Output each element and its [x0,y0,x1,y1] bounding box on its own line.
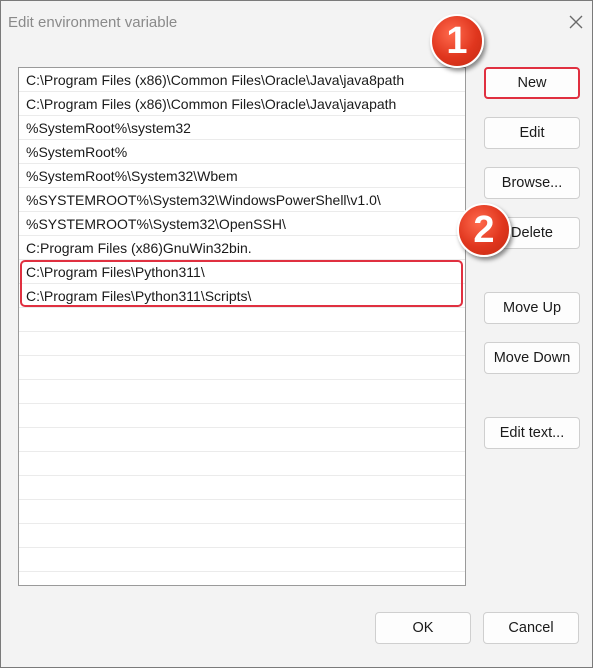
empty-row [19,476,465,500]
list-item[interactable]: C:\Program Files (x86)\Common Files\Orac… [19,68,465,92]
move-up-button[interactable]: Move Up [484,292,580,324]
empty-row [19,548,465,572]
ok-button[interactable]: OK [375,612,471,644]
empty-row [19,380,465,404]
empty-row [19,428,465,452]
close-icon[interactable] [567,13,585,31]
list-item[interactable]: C:\Program Files (x86)\Common Files\Orac… [19,92,465,116]
path-list[interactable]: C:\Program Files (x86)\Common Files\Orac… [18,67,466,586]
empty-row [19,524,465,548]
empty-row [19,356,465,380]
edit-text-button[interactable]: Edit text... [484,417,580,449]
empty-row [19,500,465,524]
list-item[interactable]: %SYSTEMROOT%\System32\WindowsPowerShell\… [19,188,465,212]
step-badge-1: 1 [430,14,484,68]
list-item[interactable]: C:Program Files (x86)GnuWin32bin. [19,236,465,260]
step-badge-2: 2 [457,203,511,257]
empty-row [19,332,465,356]
empty-row [19,452,465,476]
list-item[interactable]: %SYSTEMROOT%\System32\OpenSSH\ [19,212,465,236]
list-item[interactable]: %SystemRoot% [19,140,465,164]
edit-button[interactable]: Edit [484,117,580,149]
list-item-python311-scripts[interactable]: C:\Program Files\Python311\Scripts\ [19,284,465,308]
window-title: Edit environment variable [8,14,178,31]
empty-row [19,308,465,332]
list-item[interactable]: %SystemRoot%\system32 [19,116,465,140]
cancel-button[interactable]: Cancel [483,612,579,644]
list-item[interactable]: %SystemRoot%\System32\Wbem [19,164,465,188]
list-item-python311[interactable]: C:\Program Files\Python311\ [19,260,465,284]
edit-environment-variable-dialog: Edit environment variable C:\Program Fil… [0,0,593,668]
browse-button[interactable]: Browse... [484,167,580,199]
move-down-button[interactable]: Move Down [484,342,580,374]
empty-row [19,404,465,428]
new-button[interactable]: New [484,67,580,99]
